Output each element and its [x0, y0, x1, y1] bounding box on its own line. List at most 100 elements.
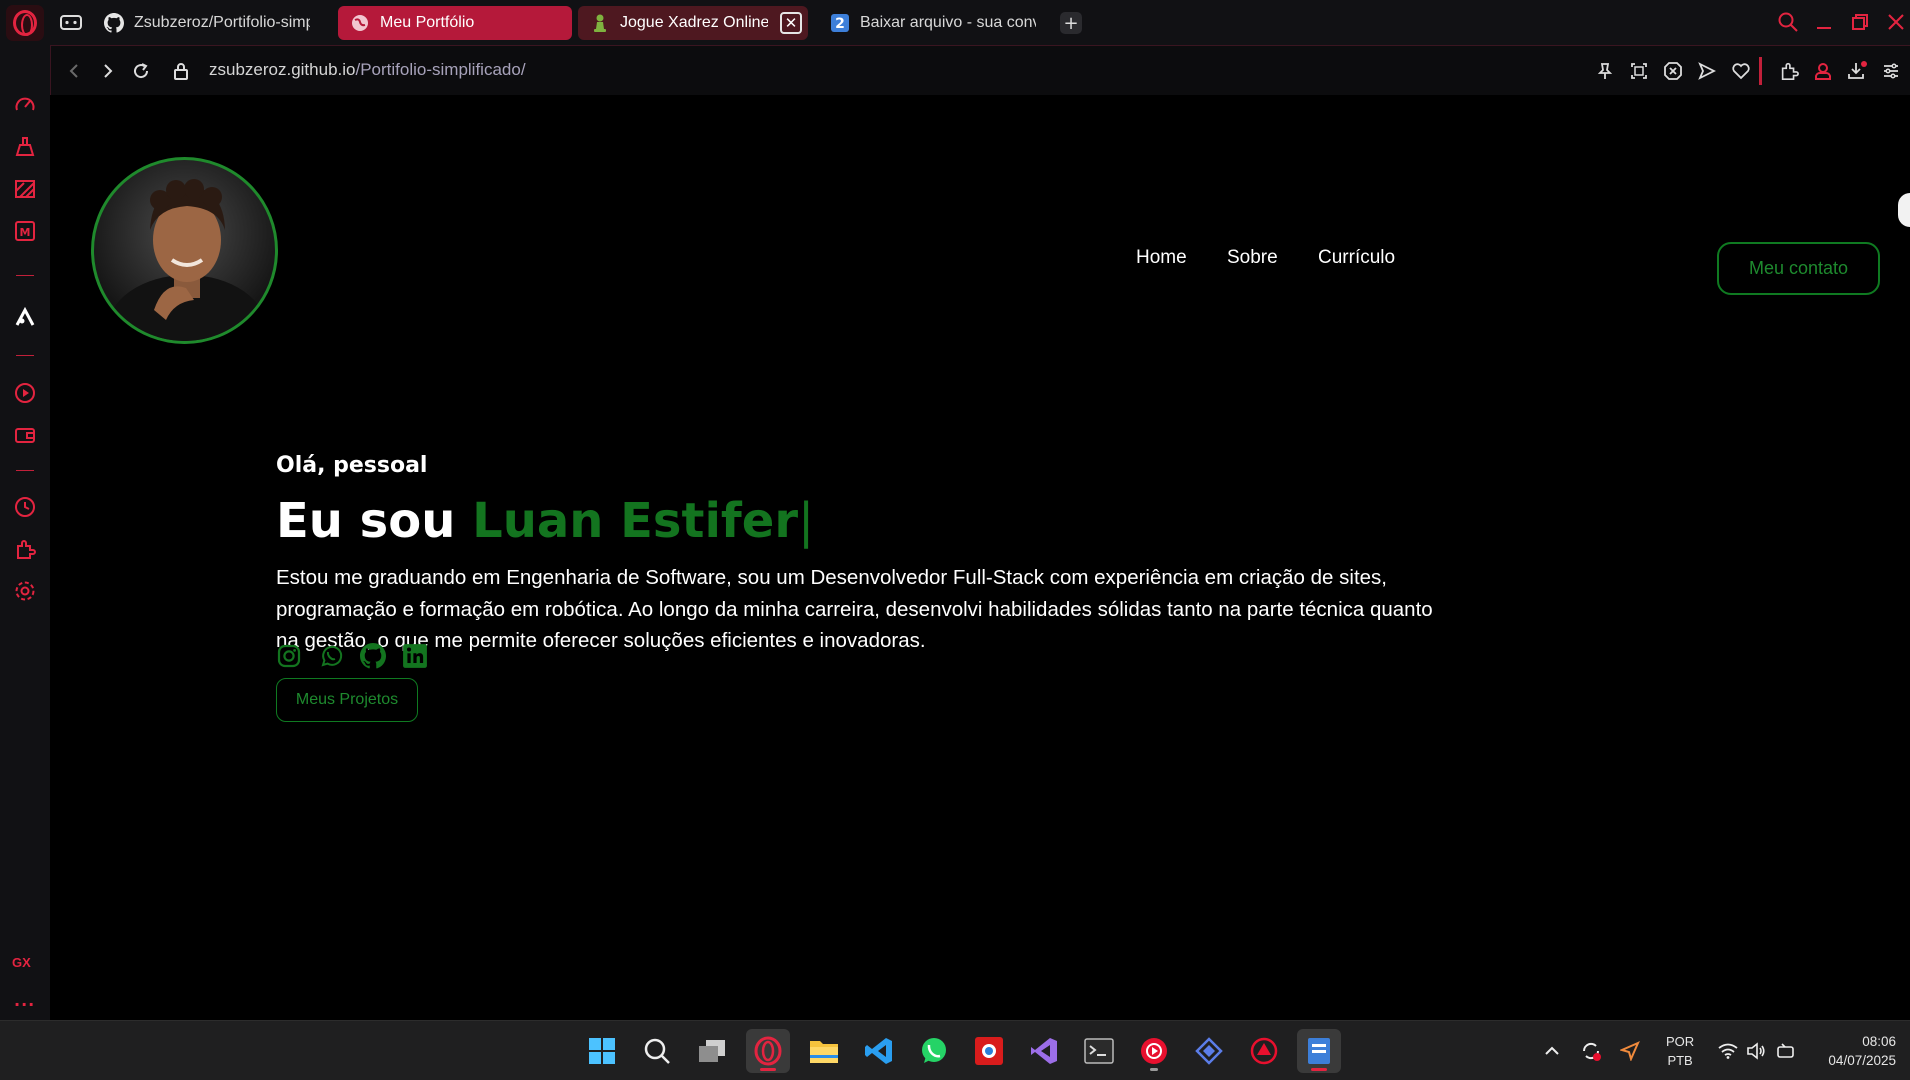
- restore-icon[interactable]: [1848, 10, 1872, 34]
- instagram-icon[interactable]: [276, 643, 302, 669]
- task-view-icon[interactable]: [690, 1029, 734, 1073]
- nav-home[interactable]: Home: [1136, 247, 1187, 269]
- url-host: zsubzeroz.github.io: [209, 60, 356, 79]
- globe-icon: [350, 13, 370, 33]
- file-explorer-icon[interactable]: [802, 1029, 846, 1073]
- vscode-icon[interactable]: [857, 1029, 901, 1073]
- url-field[interactable]: zsubzeroz.github.io/Portifolio-simplific…: [209, 60, 526, 80]
- running-indicator: [1150, 1068, 1158, 1071]
- bookmark-heart-icon[interactable]: [1729, 59, 1753, 83]
- opera-gx-menu-button[interactable]: [6, 5, 44, 41]
- snapshot-icon[interactable]: [1627, 59, 1651, 83]
- sidebar-more-icon[interactable]: ···: [14, 995, 35, 1014]
- pin-icon[interactable]: [1593, 59, 1617, 83]
- terminal-icon[interactable]: [1077, 1029, 1121, 1073]
- gx-mods-icon[interactable]: M: [13, 219, 37, 243]
- headline-name: Luan Estifer: [472, 493, 799, 549]
- headline-prefix: Eu sou: [276, 493, 456, 549]
- profile-photo-icon: [107, 179, 267, 341]
- address-bar-divider: [1759, 57, 1762, 85]
- sync-icon[interactable]: [1580, 1040, 1602, 1062]
- back-icon[interactable]: [63, 59, 87, 83]
- greeting-text: Olá, pessoal: [276, 453, 428, 478]
- system-clock[interactable]: 08:06 04/07/2025: [1816, 1032, 1896, 1070]
- tab-close-icon[interactable]: ✕: [780, 12, 802, 34]
- running-indicator: [760, 1068, 776, 1071]
- battery-icon[interactable]: [1775, 1040, 1797, 1062]
- tab-xadrez[interactable]: Jogue Xadrez Online ✕: [578, 6, 808, 40]
- new-tab-button[interactable]: +: [1060, 12, 1082, 34]
- easy-setup-menu-icon[interactable]: [1879, 59, 1903, 83]
- player-icon[interactable]: [13, 381, 37, 405]
- typing-caret: |: [798, 493, 815, 549]
- close-window-icon[interactable]: [1884, 10, 1908, 34]
- tab-title: Zsubzeroz/Portifolio-simplificado: [134, 14, 310, 31]
- browser-sidebar: M GX ···: [0, 45, 50, 1020]
- social-links: [276, 643, 428, 669]
- browser-tab-bar: Zsubzeroz/Portifolio-simplificado Meu Po…: [0, 0, 1910, 45]
- tray-overflow-chevron-icon[interactable]: [1541, 1040, 1563, 1062]
- windows-taskbar: POR PTB 08:06 04/07/2025: [0, 1020, 1910, 1080]
- svg-text:M: M: [20, 226, 31, 239]
- send-icon[interactable]: [1695, 59, 1719, 83]
- whatsapp-desktop-icon[interactable]: [912, 1029, 956, 1073]
- cleaner-icon[interactable]: [13, 135, 37, 159]
- svg-text:2: 2: [835, 16, 845, 32]
- clock-date: 04/07/2025: [1828, 1053, 1896, 1068]
- tab-manager-icon[interactable]: [60, 12, 82, 36]
- github-icon: [104, 13, 124, 33]
- lock-icon[interactable]: [169, 59, 193, 83]
- lang-line-1: POR: [1666, 1034, 1695, 1049]
- github-icon[interactable]: [360, 643, 386, 669]
- history-icon[interactable]: [13, 495, 37, 519]
- whatsapp-icon[interactable]: [318, 643, 344, 669]
- page-viewport: Home Sobre Currículo Meu contato Olá, pe…: [50, 95, 1910, 1020]
- running-indicator: [1311, 1068, 1327, 1071]
- gx-control-label[interactable]: GX: [12, 955, 31, 970]
- taskbar-opera-gx-icon[interactable]: [746, 1029, 790, 1073]
- extensions-icon[interactable]: [1777, 59, 1801, 83]
- headline: Eu sou Luan Estifer|: [276, 493, 814, 549]
- sidebar-separator: [16, 355, 34, 356]
- settings-gear-icon[interactable]: [13, 579, 37, 603]
- linkedin-icon[interactable]: [402, 643, 428, 669]
- input-language-indicator[interactable]: POR PTB: [1666, 1032, 1694, 1070]
- tab-github[interactable]: Zsubzeroz/Portifolio-simplificado: [92, 6, 322, 40]
- contact-button[interactable]: Meu contato: [1717, 242, 1880, 295]
- wallpaper-icon[interactable]: [13, 177, 37, 201]
- speed-dial-icon[interactable]: [13, 93, 37, 117]
- taskbar-search-icon[interactable]: [635, 1029, 679, 1073]
- profile-icon[interactable]: [1811, 59, 1835, 83]
- extensions-icon[interactable]: [13, 537, 37, 561]
- url-path: /Portifolio-simplificado/: [355, 60, 526, 79]
- sidebar-separator: [16, 275, 34, 276]
- minimize-icon[interactable]: [1812, 10, 1836, 34]
- search-icon[interactable]: [1776, 10, 1800, 34]
- nav-curriculo[interactable]: Currículo: [1318, 247, 1395, 269]
- address-bar: zsubzeroz.github.io/Portifolio-simplific…: [50, 45, 1910, 95]
- security-app-icon[interactable]: [1242, 1029, 1286, 1073]
- aria-ai-icon[interactable]: [13, 305, 37, 329]
- nav-sobre[interactable]: Sobre: [1227, 247, 1278, 269]
- location-arrow-icon[interactable]: [1619, 1040, 1641, 1062]
- volume-icon[interactable]: [1745, 1040, 1767, 1062]
- projects-button[interactable]: Meus Projetos: [276, 678, 418, 722]
- reload-icon[interactable]: [129, 59, 153, 83]
- visual-studio-icon[interactable]: [1022, 1029, 1066, 1073]
- file-converter-icon[interactable]: [1297, 1029, 1341, 1073]
- tab-baixar-arquivo[interactable]: 2 Baixar arquivo - sua conversão: [818, 6, 1048, 40]
- tab-title: Meu Portfólio: [380, 14, 475, 31]
- recording-app-icon[interactable]: [967, 1029, 1011, 1073]
- music-player-icon[interactable]: [1132, 1029, 1176, 1073]
- adblock-icon[interactable]: [1661, 59, 1685, 83]
- wallet-icon[interactable]: [13, 423, 37, 447]
- tab-meu-portfolio[interactable]: Meu Portfólio: [338, 6, 572, 40]
- wifi-icon[interactable]: [1717, 1040, 1739, 1062]
- start-windows-icon[interactable]: [580, 1029, 624, 1073]
- vpn-app-icon[interactable]: [1187, 1029, 1231, 1073]
- floating-scroll-handle[interactable]: [1898, 193, 1910, 227]
- tab-title: Jogue Xadrez Online: [620, 14, 768, 31]
- chess-pawn-icon: [590, 13, 610, 33]
- forward-icon[interactable]: [95, 59, 119, 83]
- downloads-icon[interactable]: [1845, 59, 1869, 83]
